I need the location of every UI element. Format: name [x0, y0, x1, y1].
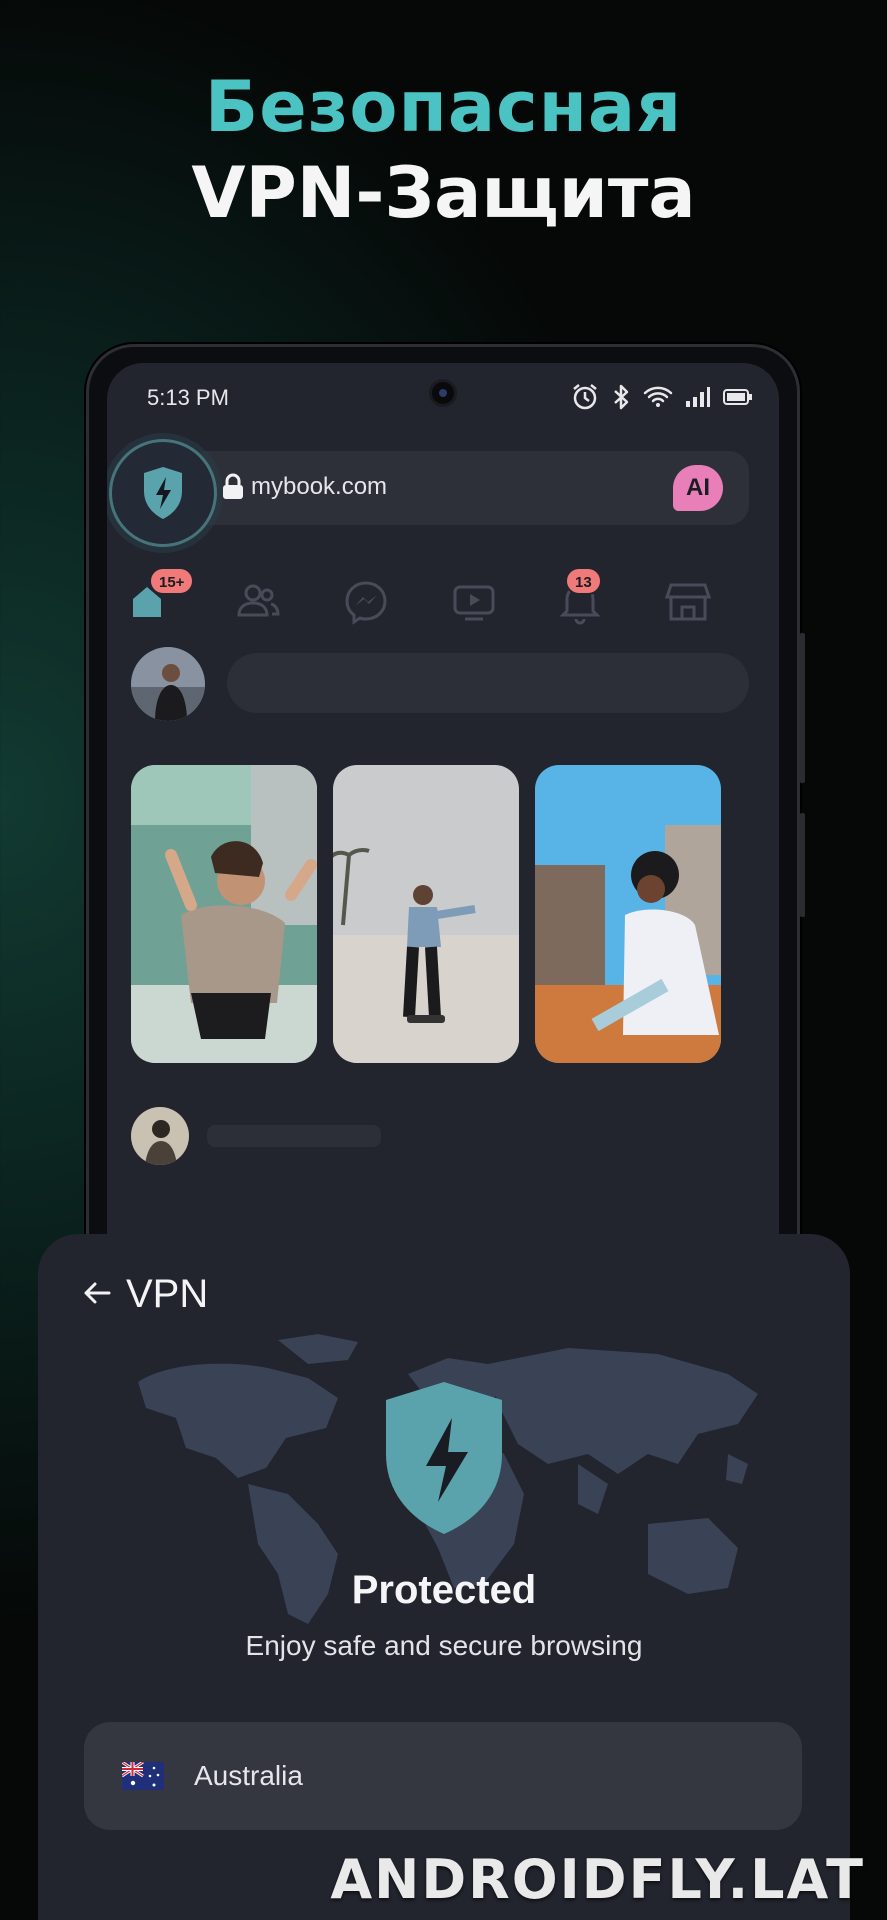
url-text: mybook.com [251, 473, 388, 500]
tab-video[interactable] [449, 577, 499, 627]
ai-assistant-button[interactable]: AI [673, 465, 723, 511]
status-icons [571, 383, 753, 411]
tab-messenger[interactable] [341, 577, 391, 627]
user-avatar[interactable] [131, 647, 205, 721]
tab-notifications[interactable]: 13 [555, 567, 605, 627]
story-card[interactable] [333, 765, 519, 1063]
post-composer-input[interactable] [227, 653, 749, 713]
story-photo [131, 765, 317, 1063]
vpn-status-subtitle: Enjoy safe and secure browsing [245, 1630, 643, 1661]
shield-bolt-icon [144, 467, 182, 519]
video-icon [453, 585, 495, 621]
story-photo [535, 765, 721, 1063]
protected-shield-icon [386, 1382, 502, 1534]
headline-line-1: Безопасная [204, 66, 683, 148]
country-name: Australia [194, 1760, 303, 1791]
bluetooth-icon [614, 384, 629, 410]
post-author-avatar[interactable] [131, 1107, 189, 1165]
phone-frame: 5:13 PM mybook.com AI 15+ 13 [86, 344, 805, 1344]
story-card[interactable] [535, 765, 721, 1063]
tab-bar: 15+ 13 [107, 567, 779, 637]
wifi-icon [643, 386, 673, 407]
vpn-status-title: Protected [351, 1568, 537, 1612]
stories-row [131, 765, 751, 1063]
messenger-icon [345, 581, 387, 625]
front-camera [429, 379, 457, 407]
australia-flag-icon [122, 1762, 164, 1790]
vpn-sheet: VPN Protected Enjoy safe and secure brow… [38, 1234, 850, 1920]
back-arrow-icon[interactable] [82, 1278, 112, 1308]
country-selector[interactable]: Australia [84, 1722, 802, 1830]
status-time: 5:13 PM [147, 385, 229, 410]
store-icon [664, 583, 712, 621]
story-card[interactable] [131, 765, 317, 1063]
vpn-shield-button[interactable] [109, 439, 217, 547]
story-photo [333, 765, 519, 1063]
home-badge: 15+ [149, 567, 195, 595]
tab-home[interactable]: 15+ [127, 567, 195, 627]
phone-screen: 5:13 PM mybook.com AI 15+ 13 [107, 363, 779, 1341]
watermark: ANDROIDFLY.LAT [330, 1848, 865, 1911]
battery-icon [723, 389, 752, 405]
vpn-title: VPN [126, 1272, 209, 1316]
lock-icon [223, 473, 243, 499]
friends-icon [237, 584, 280, 617]
phone-side-button [800, 633, 805, 783]
user-avatar-photo [131, 647, 205, 721]
tab-marketplace[interactable] [663, 577, 713, 627]
post-author-photo [131, 1107, 189, 1165]
alarm-icon [573, 384, 597, 410]
phone-volume-button [800, 813, 805, 917]
tab-friends[interactable] [233, 577, 283, 627]
signal-icon [686, 387, 710, 407]
notifications-badge: 13 [565, 567, 602, 595]
post-author-placeholder [207, 1125, 381, 1147]
url-bar[interactable]: mybook.com AI [187, 451, 749, 525]
headline-line-2: VPN-Защита [191, 152, 696, 234]
